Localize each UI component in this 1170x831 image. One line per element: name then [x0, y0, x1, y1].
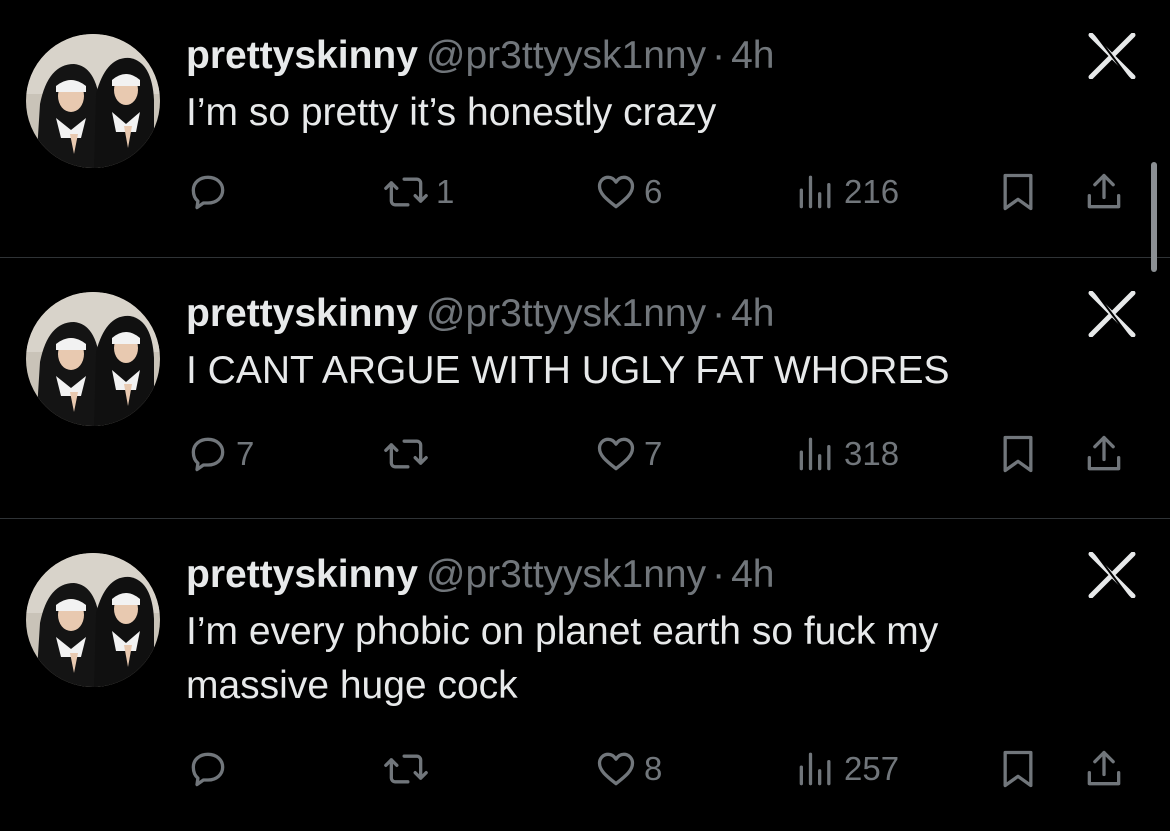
views-icon — [799, 175, 831, 209]
reply-icon — [191, 175, 225, 210]
avatar[interactable] — [26, 292, 160, 426]
tweet[interactable]: prettyskinny @pr3ttyysk1nny · 4h I CANT ARG… — [0, 258, 1170, 519]
heart-icon — [597, 752, 635, 786]
like-count: 7 — [644, 435, 663, 472]
avatar[interactable] — [26, 553, 160, 687]
tweet-text: I’m every phobic on planet earth so fuck… — [186, 610, 939, 707]
retweet-icon — [384, 754, 428, 784]
share-button[interactable] — [1082, 741, 1126, 797]
like-button[interactable]: 6 — [594, 164, 662, 220]
action-bar: 1 6 216 — [186, 164, 1146, 220]
user-handle[interactable]: @pr3ttyysk1nny — [426, 553, 706, 596]
display-name[interactable]: prettyskinny — [186, 34, 418, 77]
display-name[interactable]: prettyskinny — [186, 553, 418, 596]
retweet-button[interactable]: 1 — [382, 164, 454, 220]
retweet-count: 1 — [436, 173, 455, 210]
views-count: 257 — [844, 750, 900, 787]
bookmark-icon — [1003, 750, 1033, 788]
display-name[interactable]: prettyskinny — [186, 292, 418, 335]
bookmark-icon — [1003, 435, 1033, 473]
views-button[interactable]: 216 — [794, 164, 899, 220]
like-button[interactable]: 8 — [594, 741, 662, 797]
bookmark-button[interactable] — [996, 741, 1040, 797]
tweet-text: I’m so pretty it’s honestly crazy — [186, 91, 717, 134]
tweet[interactable]: prettyskinny @pr3ttyysk1nny · 4h I’m every … — [0, 519, 1170, 831]
like-button[interactable]: 7 — [594, 426, 662, 482]
like-count: 8 — [644, 750, 663, 787]
tweet-header: prettyskinny @pr3ttyysk1nny · 4h — [186, 288, 775, 340]
tweet-header: prettyskinny @pr3ttyysk1nny · 4h — [186, 30, 775, 82]
heart-icon — [597, 437, 635, 471]
scrollbar[interactable] — [1151, 162, 1157, 272]
share-icon — [1087, 173, 1121, 209]
separator-dot: · — [712, 34, 726, 77]
grok-icon[interactable] — [1082, 547, 1142, 603]
timestamp[interactable]: 4h — [731, 34, 774, 77]
retweet-button[interactable] — [382, 426, 436, 482]
timestamp[interactable]: 4h — [731, 553, 774, 596]
separator-dot: · — [712, 292, 726, 335]
views-count: 216 — [844, 173, 900, 210]
retweet-icon — [384, 177, 428, 207]
user-handle[interactable]: @pr3ttyysk1nny — [426, 292, 706, 335]
avatar[interactable] — [26, 34, 160, 168]
views-icon — [799, 752, 831, 786]
bookmark-button[interactable] — [996, 164, 1040, 220]
reply-count: 7 — [236, 435, 255, 472]
action-bar: 8 257 — [186, 741, 1146, 797]
share-button[interactable] — [1082, 426, 1126, 482]
tweet[interactable]: prettyskinny @pr3ttyysk1nny · 4h I’m so pre… — [0, 0, 1170, 258]
views-icon — [799, 437, 831, 471]
separator-dot: · — [712, 553, 726, 596]
reply-button[interactable]: 7 — [186, 426, 254, 482]
user-handle[interactable]: @pr3ttyysk1nny — [426, 34, 706, 77]
reply-button[interactable] — [186, 741, 236, 797]
timestamp[interactable]: 4h — [731, 292, 774, 335]
bookmark-icon — [1003, 173, 1033, 211]
grok-icon[interactable] — [1082, 286, 1142, 342]
action-bar: 7 7 318 — [186, 426, 1146, 482]
like-count: 6 — [644, 173, 663, 210]
share-icon — [1087, 435, 1121, 471]
views-button[interactable]: 257 — [794, 741, 899, 797]
views-count: 318 — [844, 435, 900, 472]
reply-icon — [191, 437, 225, 472]
grok-icon[interactable] — [1082, 28, 1142, 84]
share-icon — [1087, 750, 1121, 786]
reply-button[interactable] — [186, 164, 236, 220]
bookmark-button[interactable] — [996, 426, 1040, 482]
tweet-text: I CANT ARGUE WITH UGLY FAT WHORES — [186, 349, 950, 392]
retweet-icon — [384, 439, 428, 469]
heart-icon — [597, 175, 635, 209]
views-button[interactable]: 318 — [794, 426, 899, 482]
reply-icon — [191, 752, 225, 787]
share-button[interactable] — [1082, 164, 1126, 220]
retweet-button[interactable] — [382, 741, 436, 797]
tweet-header: prettyskinny @pr3ttyysk1nny · 4h — [186, 549, 775, 601]
